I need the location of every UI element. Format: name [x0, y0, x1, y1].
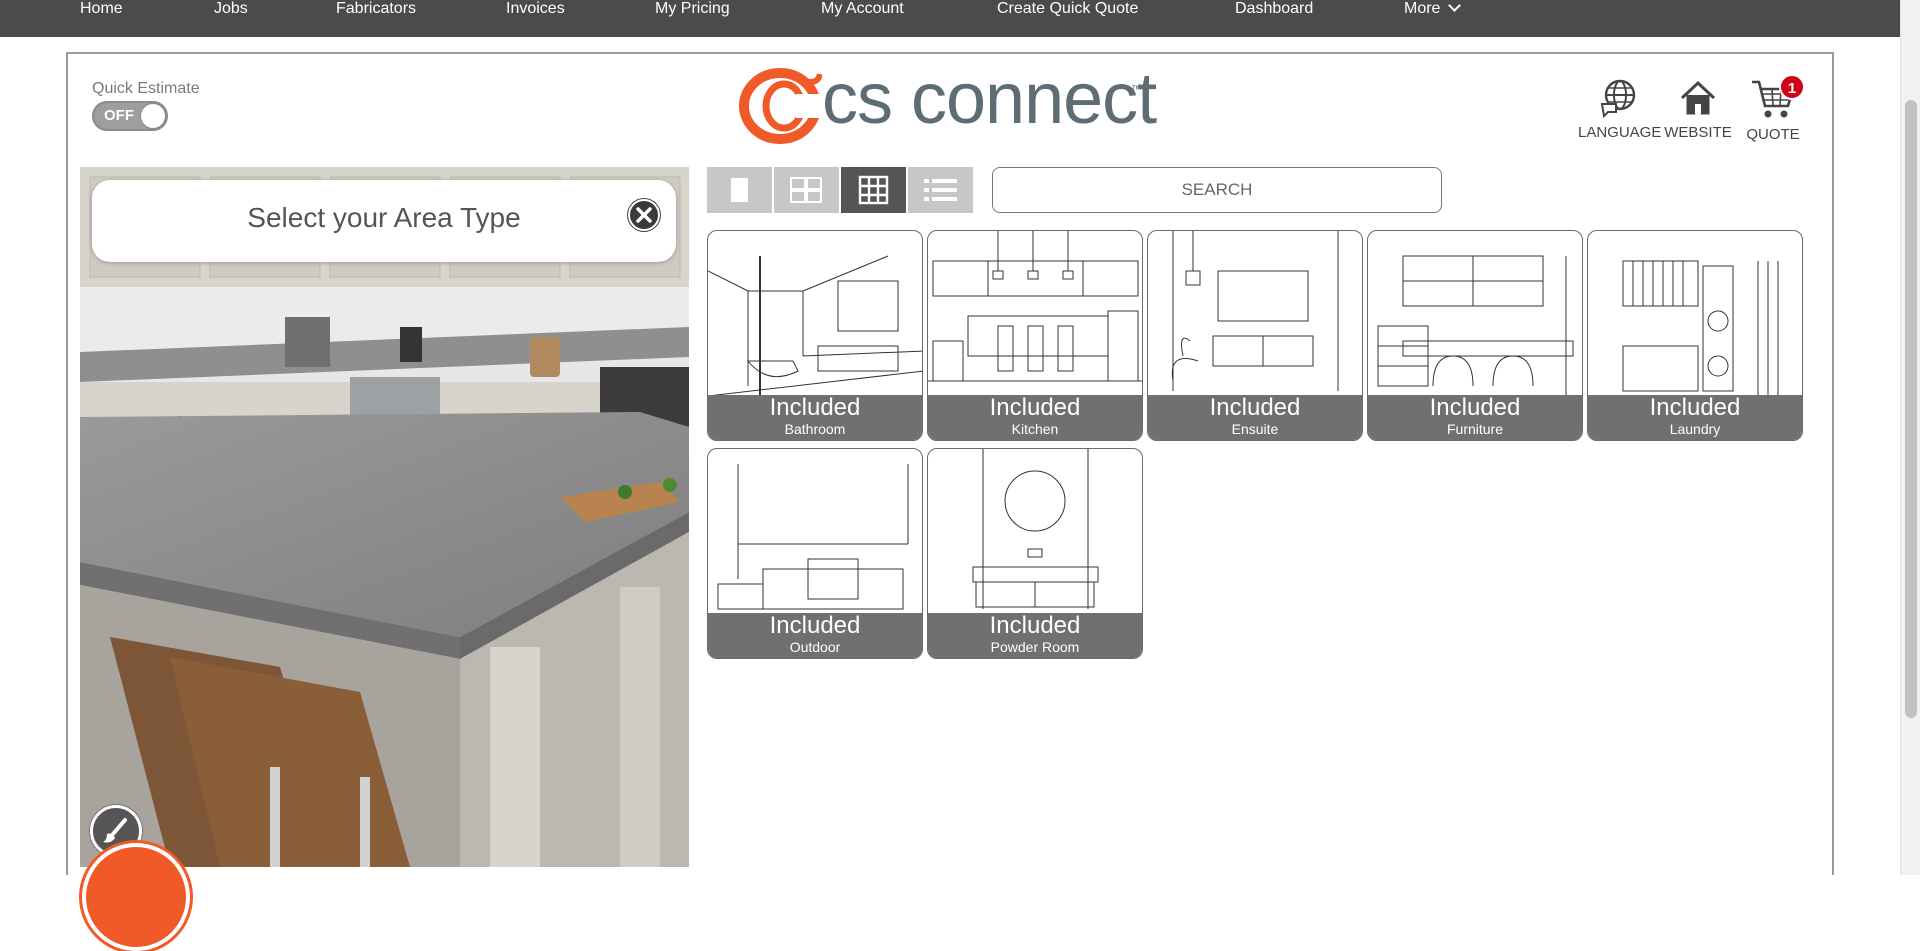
tile-label-bar: Included Furniture [1368, 395, 1582, 440]
nav-invoices[interactable]: Invoices [506, 0, 565, 18]
tile-label-bar: Included Kitchen [928, 395, 1142, 440]
nav-my-pricing[interactable]: My Pricing [655, 0, 730, 18]
area-tile-powder-room[interactable]: Included Powder Room [927, 448, 1143, 659]
tile-label-bar: Included Ensuite [1148, 395, 1362, 440]
tile-status: Included [769, 394, 861, 421]
area-tile-ensuite[interactable]: Included Ensuite [1147, 230, 1363, 441]
close-icon [628, 199, 660, 231]
tile-status: Included [1649, 394, 1741, 421]
view-grid-2-button[interactable] [774, 167, 839, 213]
search-input[interactable]: SEARCH [992, 167, 1442, 213]
area-tile-furniture[interactable]: Included Furniture [1367, 230, 1583, 441]
toggle-knob [140, 103, 166, 129]
area-tile-laundry[interactable]: Included Laundry [1587, 230, 1803, 441]
tile-label-bar: Included Outdoor [708, 613, 922, 658]
scrollbar-thumb[interactable] [1905, 100, 1917, 718]
grid-2-icon [790, 177, 822, 203]
tile-name: Powder Room [990, 639, 1080, 655]
select-area-type-popup: Select your Area Type [92, 180, 676, 262]
toggle-state-text: OFF [104, 107, 134, 124]
logo-wordmark: cs connect [822, 59, 1157, 139]
tile-name: Outdoor [789, 639, 841, 655]
tile-name: Kitchen [1011, 421, 1059, 437]
tile-name: Ensuite [1231, 421, 1279, 437]
view-single-button[interactable] [707, 167, 772, 213]
room-preview-image [80, 167, 689, 867]
chevron-down-icon [1448, 0, 1462, 12]
logo-trademark: ™ [1131, 84, 1142, 96]
single-view-icon [731, 178, 748, 202]
tile-name: Bathroom [784, 421, 846, 437]
home-icon [1680, 80, 1716, 115]
tile-name: Laundry [1669, 421, 1721, 437]
website-label: WEBSITE [1664, 124, 1732, 141]
cart-count-badge: 1 [1779, 74, 1805, 100]
tile-status: Included [1209, 394, 1301, 421]
language-globe-icon [1600, 79, 1636, 119]
area-tile-bathroom[interactable]: Included Bathroom [707, 230, 923, 441]
kitchen-preview-illustration [80, 167, 689, 867]
quote-label: QUOTE [1746, 126, 1800, 143]
quick-estimate-label: Quick Estimate [92, 80, 200, 97]
grid-3-icon [858, 175, 889, 205]
nav-more[interactable]: More [1404, 0, 1462, 18]
logo-swirl-icon [739, 68, 822, 144]
quick-estimate-toggle[interactable]: OFF [92, 101, 168, 131]
nav-dashboard[interactable]: Dashboard [1235, 0, 1313, 18]
tile-status: Included [989, 394, 1081, 421]
nav-home[interactable]: Home [80, 0, 123, 18]
tile-name: Furniture [1446, 421, 1504, 437]
area-tile-outdoor[interactable]: Included Outdoor [707, 448, 923, 659]
top-nav-bar: Home Jobs Fabricators Invoices My Pricin… [0, 0, 1900, 37]
cs-connect-logo: cs connect ™ [738, 59, 1157, 144]
tile-label-bar: Included Powder Room [928, 613, 1142, 658]
tile-status: Included [1429, 394, 1521, 421]
language-button[interactable]: LANGUAGE [1578, 78, 1662, 141]
orange-action-button[interactable] [82, 843, 190, 951]
nav-fabricators[interactable]: Fabricators [336, 0, 416, 18]
language-label: LANGUAGE [1578, 124, 1662, 141]
tile-label-bar: Included Laundry [1588, 395, 1802, 440]
tile-status: Included [769, 612, 861, 639]
area-tile-kitchen[interactable]: Included Kitchen [927, 230, 1143, 441]
tile-label-bar: Included Bathroom [708, 395, 922, 440]
tile-status: Included [989, 612, 1081, 639]
area-popup-title: Select your Area Type [247, 202, 521, 233]
page-scrollbar[interactable] [1900, 0, 1920, 875]
view-list-button[interactable] [908, 167, 973, 213]
nav-create-quick-quote[interactable]: Create Quick Quote [997, 0, 1138, 18]
close-popup-button[interactable] [627, 198, 661, 232]
list-icon [924, 179, 957, 201]
nav-my-account[interactable]: My Account [821, 0, 904, 18]
view-grid-3-button[interactable] [841, 167, 906, 213]
nav-more-label: More [1404, 0, 1441, 17]
website-button[interactable]: WEBSITE [1663, 78, 1733, 141]
nav-jobs[interactable]: Jobs [214, 0, 248, 18]
